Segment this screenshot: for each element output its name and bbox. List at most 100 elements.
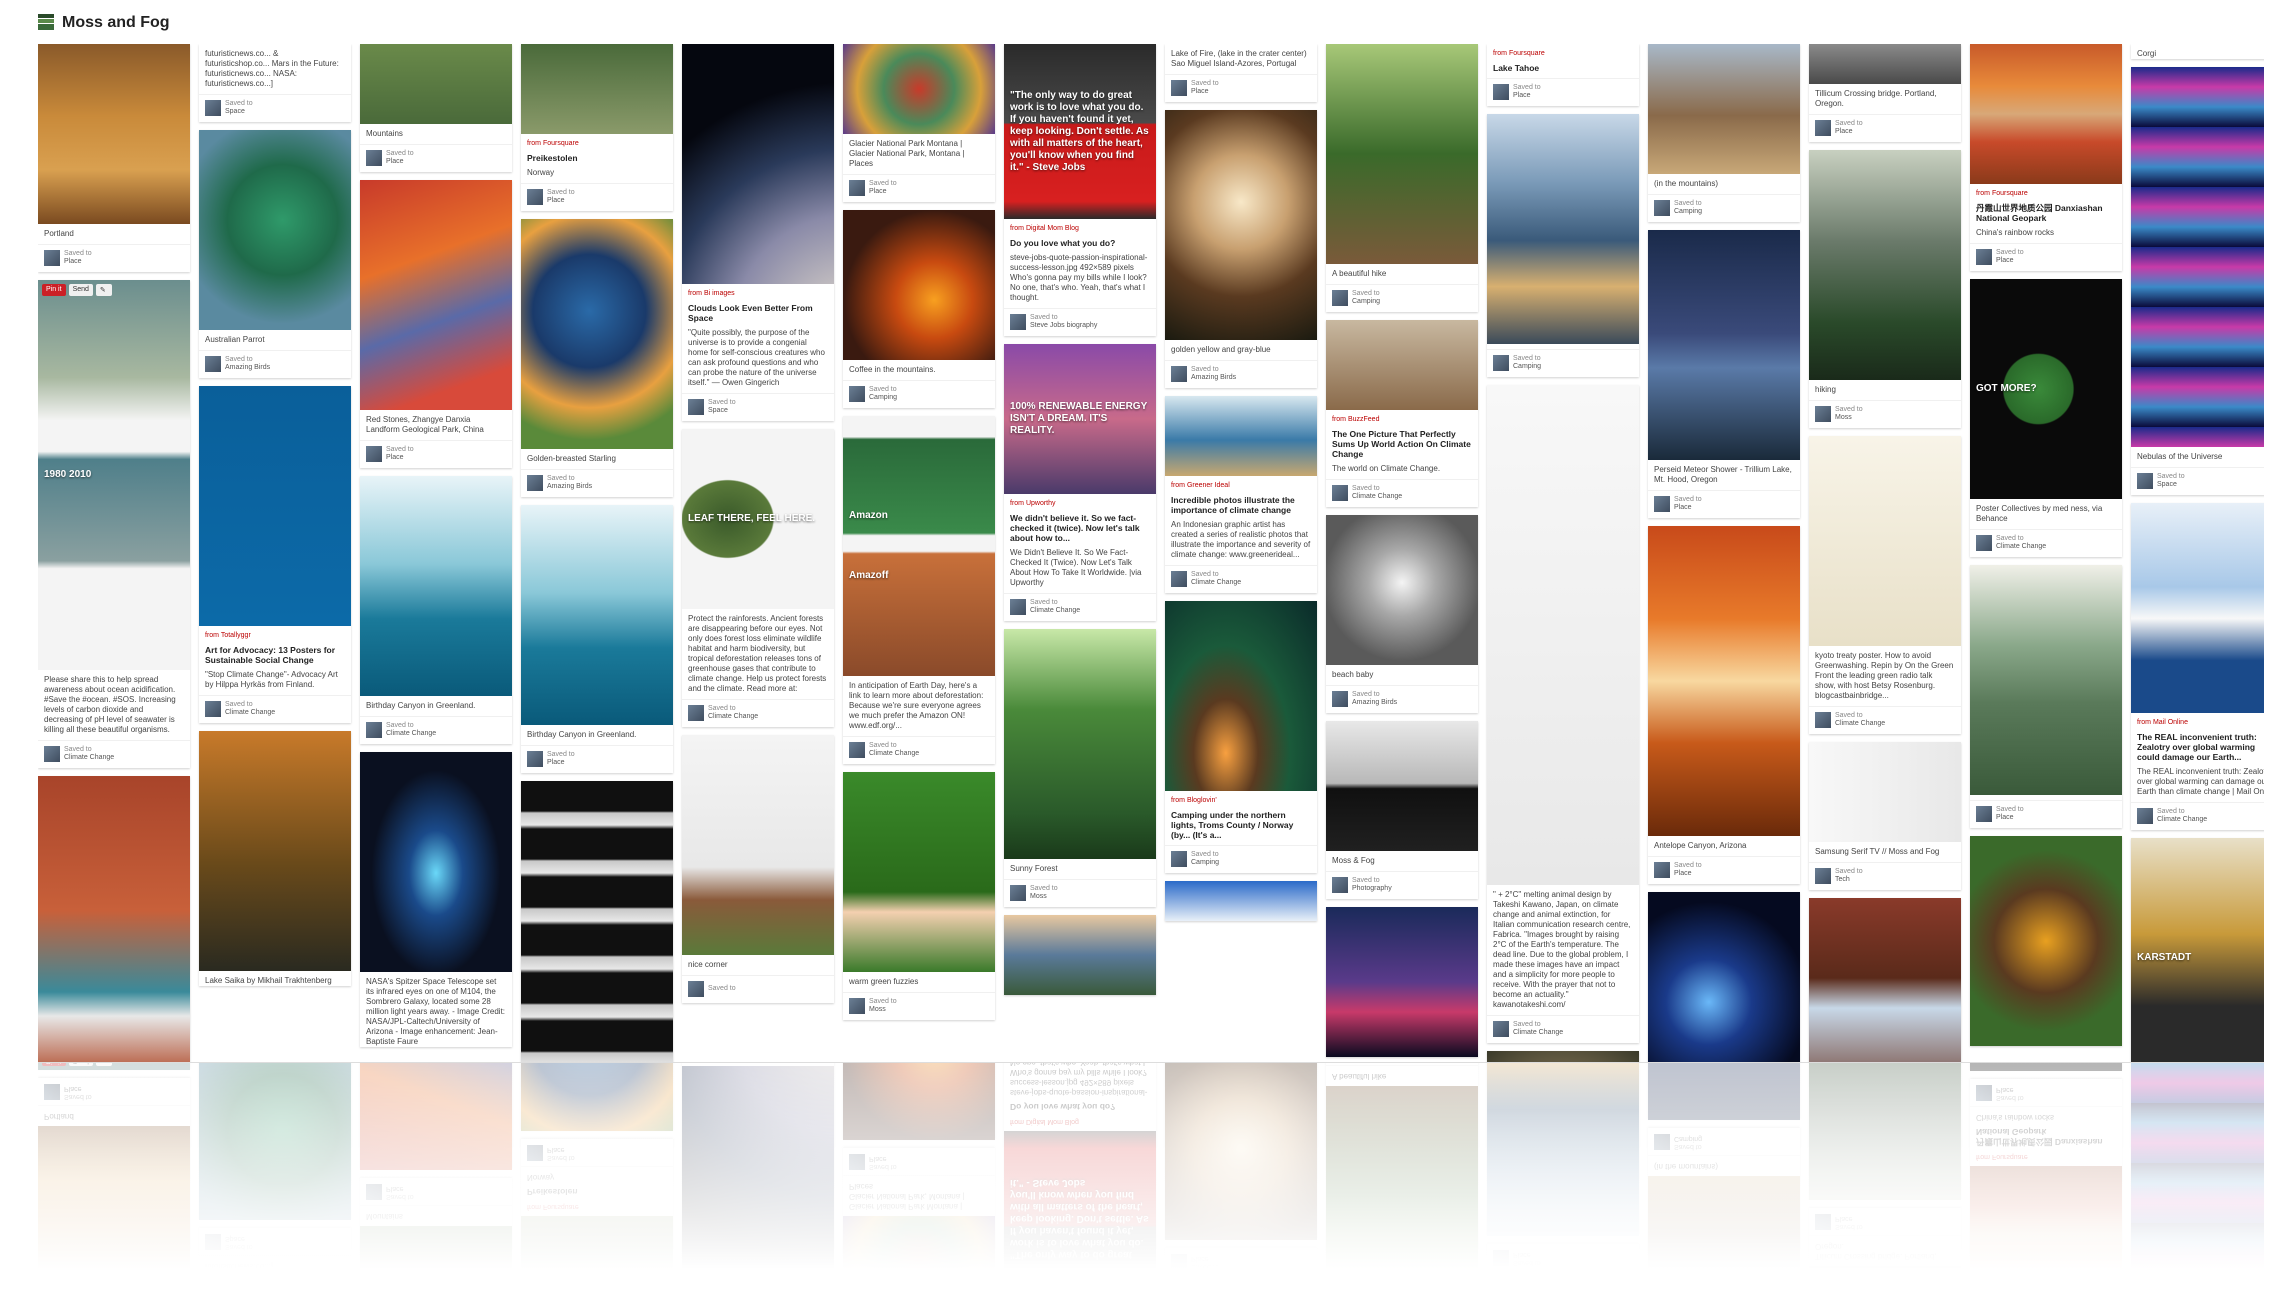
pin-image[interactable] (199, 731, 351, 971)
pin-image[interactable]: GOT MORE? (1970, 279, 2122, 499)
pin-image[interactable] (1648, 44, 1800, 174)
pin-board-attribution[interactable]: Saved to Place (843, 174, 995, 202)
pin-card[interactable]: Nebulas of the Universe Saved to Space (2131, 67, 2264, 495)
pin-source[interactable]: from Greener Ideal (1165, 476, 1317, 490)
pin-headline[interactable]: Clouds Look Even Better From Space (682, 298, 834, 323)
pin-image[interactable] (2131, 67, 2264, 447)
pin-image[interactable] (199, 130, 351, 330)
pin-board-attribution[interactable]: Saved to Place (521, 745, 673, 773)
board-thumbnail[interactable] (1493, 84, 1509, 100)
board-name-link[interactable]: Place (1513, 92, 1541, 100)
pin-headline[interactable]: We didn't believe it. So we fact-checked… (1004, 508, 1156, 543)
pin-board-attribution[interactable]: Saved to Space (2131, 467, 2264, 495)
board-name-link[interactable]: Climate Change (869, 750, 919, 758)
pin-card[interactable]: Moss & Fog Saved to Photography (1326, 721, 1478, 899)
board-name-link[interactable]: Place (64, 258, 92, 266)
pin-card[interactable] (1809, 898, 1961, 1062)
board-thumbnail[interactable] (1332, 877, 1348, 893)
pin-card[interactable]: Portland Saved to Place (38, 44, 190, 272)
pin-image[interactable]: 100% RENEWABLE ENERGY ISN'T A DREAM. IT'… (1004, 344, 1156, 494)
pin-board-attribution[interactable]: Saved to Place (1648, 490, 1800, 518)
board-name-link[interactable]: Place (386, 158, 414, 166)
pin-image[interactable] (521, 781, 673, 1062)
board-thumbnail[interactable] (688, 399, 704, 415)
pin-image[interactable]: Amazon Amazoff (843, 416, 995, 676)
pin-board-attribution[interactable]: Saved to Tech (1809, 862, 1961, 890)
pin-card[interactable]: Saved to Place (1970, 565, 2122, 828)
pin-card[interactable]: from Foursquare Lake Tahoe Saved to Place (1487, 44, 1639, 106)
pin-card[interactable]: Red Stones, Zhangye Danxia Landform Geol… (360, 180, 512, 468)
pin-image[interactable] (682, 735, 834, 955)
pin-image[interactable] (360, 752, 512, 972)
pin-image[interactable] (1809, 44, 1961, 84)
board-thumbnail[interactable] (366, 150, 382, 166)
pin-source[interactable]: from Foursquare (1970, 184, 2122, 198)
pin-image[interactable] (1648, 526, 1800, 836)
board-thumbnail[interactable] (527, 475, 543, 491)
pin-card[interactable] (521, 781, 673, 1062)
pin-board-attribution[interactable]: Saved to Camping (1487, 349, 1639, 377)
pin-card[interactable]: Majestic Contrasting colors - Namib Dese… (38, 776, 190, 1062)
pin-image[interactable] (1970, 565, 2122, 795)
pin-card[interactable]: Antelope Canyon, Arizona Saved to Place (1648, 526, 1800, 884)
board-name-link[interactable]: Climate Change (1352, 493, 1402, 501)
pin-card[interactable]: from Foursquare 丹霞山世界地质公园 Danxiashan Nati… (1970, 44, 2122, 271)
board-thumbnail[interactable] (1815, 406, 1831, 422)
board-name-link[interactable]: Camping (1674, 208, 1702, 216)
pin-image[interactable] (38, 44, 190, 224)
pin-card[interactable]: futuristicnews.co... & futuristicshop.co… (199, 44, 351, 122)
board-name-link[interactable]: Space (708, 407, 736, 415)
pin-board-attribution[interactable]: Saved to Amazing Birds (1326, 685, 1478, 713)
pin-board-attribution[interactable]: Saved to Place (1970, 800, 2122, 828)
board-name-link[interactable]: Place (547, 197, 575, 205)
board-thumbnail[interactable] (1010, 599, 1026, 615)
pin-image[interactable] (1165, 110, 1317, 340)
pin-board-attribution[interactable]: Saved to Climate Change (1809, 706, 1961, 734)
pin-card[interactable]: hiking Saved to Moss (1809, 150, 1961, 428)
pin-card[interactable]: Sunny Forest Saved to Moss (1004, 629, 1156, 907)
pin-board-attribution[interactable]: Saved to Place (38, 244, 190, 272)
board-name-link[interactable]: Amazing Birds (225, 364, 270, 372)
pin-board-attribution[interactable]: Saved to Moss (1809, 400, 1961, 428)
pin-card[interactable]: from Mail Online The REAL inconvenient tr… (2131, 503, 2264, 830)
pin-source[interactable]: from BuzzFeed (1326, 410, 1478, 424)
board-name-link[interactable]: Climate Change (386, 730, 436, 738)
pin-card[interactable] (1648, 892, 1800, 1062)
pin-card[interactable] (1487, 1051, 1639, 1062)
pin-board-attribution[interactable]: Saved to Amazing Birds (199, 350, 351, 378)
pin-board-attribution[interactable]: Saved to Camping (1165, 845, 1317, 873)
pin-board-attribution[interactable]: Saved to Climate Change (682, 699, 834, 727)
board-name-link[interactable]: Climate Change (2157, 816, 2207, 824)
board-name-link[interactable]: Tech (1835, 876, 1863, 884)
pin-card[interactable]: (in the mountains) Saved to Camping (1648, 44, 1800, 222)
pin-board-attribution[interactable]: Saved to Place (1165, 74, 1317, 102)
board-thumbnail[interactable] (44, 746, 60, 762)
board-thumbnail[interactable] (1010, 885, 1026, 901)
pin-image[interactable] (1970, 836, 2122, 1046)
pin-image[interactable]: 1980 2010 Pin it Send ✎ (38, 280, 190, 670)
pin-card[interactable]: from Greener Ideal Incredible photos illu… (1165, 396, 1317, 593)
pin-image[interactable] (360, 180, 512, 410)
board-name-link[interactable]: Place (386, 454, 414, 462)
pin-card[interactable]: warm green fuzzies Saved to Moss (843, 772, 995, 1020)
pin-board-attribution[interactable]: Saved to Space (199, 94, 351, 122)
board-name-link[interactable]: Moss (1030, 893, 1058, 901)
board-thumbnail[interactable] (1010, 314, 1026, 330)
board-name-link[interactable]: Camping (869, 394, 897, 402)
pin-card[interactable]: Golden-breasted Starling Saved to Amazing … (521, 219, 673, 497)
pin-source[interactable]: from Foursquare (521, 134, 673, 148)
board-thumbnail[interactable] (1171, 571, 1187, 587)
board-thumbnail[interactable] (527, 189, 543, 205)
pin-card[interactable]: Amazon Amazoff In anticipation of Earth D… (843, 416, 995, 764)
board-thumbnail[interactable] (849, 998, 865, 1014)
board-thumbnail[interactable] (1815, 868, 1831, 884)
pin-board-attribution[interactable]: Saved to Place (1648, 856, 1800, 884)
pin-image[interactable] (1487, 1051, 1639, 1062)
pin-board-attribution[interactable]: Saved to Steve Jobs biography (1004, 308, 1156, 336)
pin-headline[interactable]: Preikestolen (521, 148, 673, 163)
pin-card[interactable]: Perseid Meteor Shower - Trillium Lake, M… (1648, 230, 1800, 518)
pin-image[interactable] (1809, 150, 1961, 380)
board-thumbnail[interactable] (205, 701, 221, 717)
pin-card[interactable]: KARSTADT (2131, 838, 2264, 1062)
board-thumbnail[interactable] (1493, 1021, 1509, 1037)
